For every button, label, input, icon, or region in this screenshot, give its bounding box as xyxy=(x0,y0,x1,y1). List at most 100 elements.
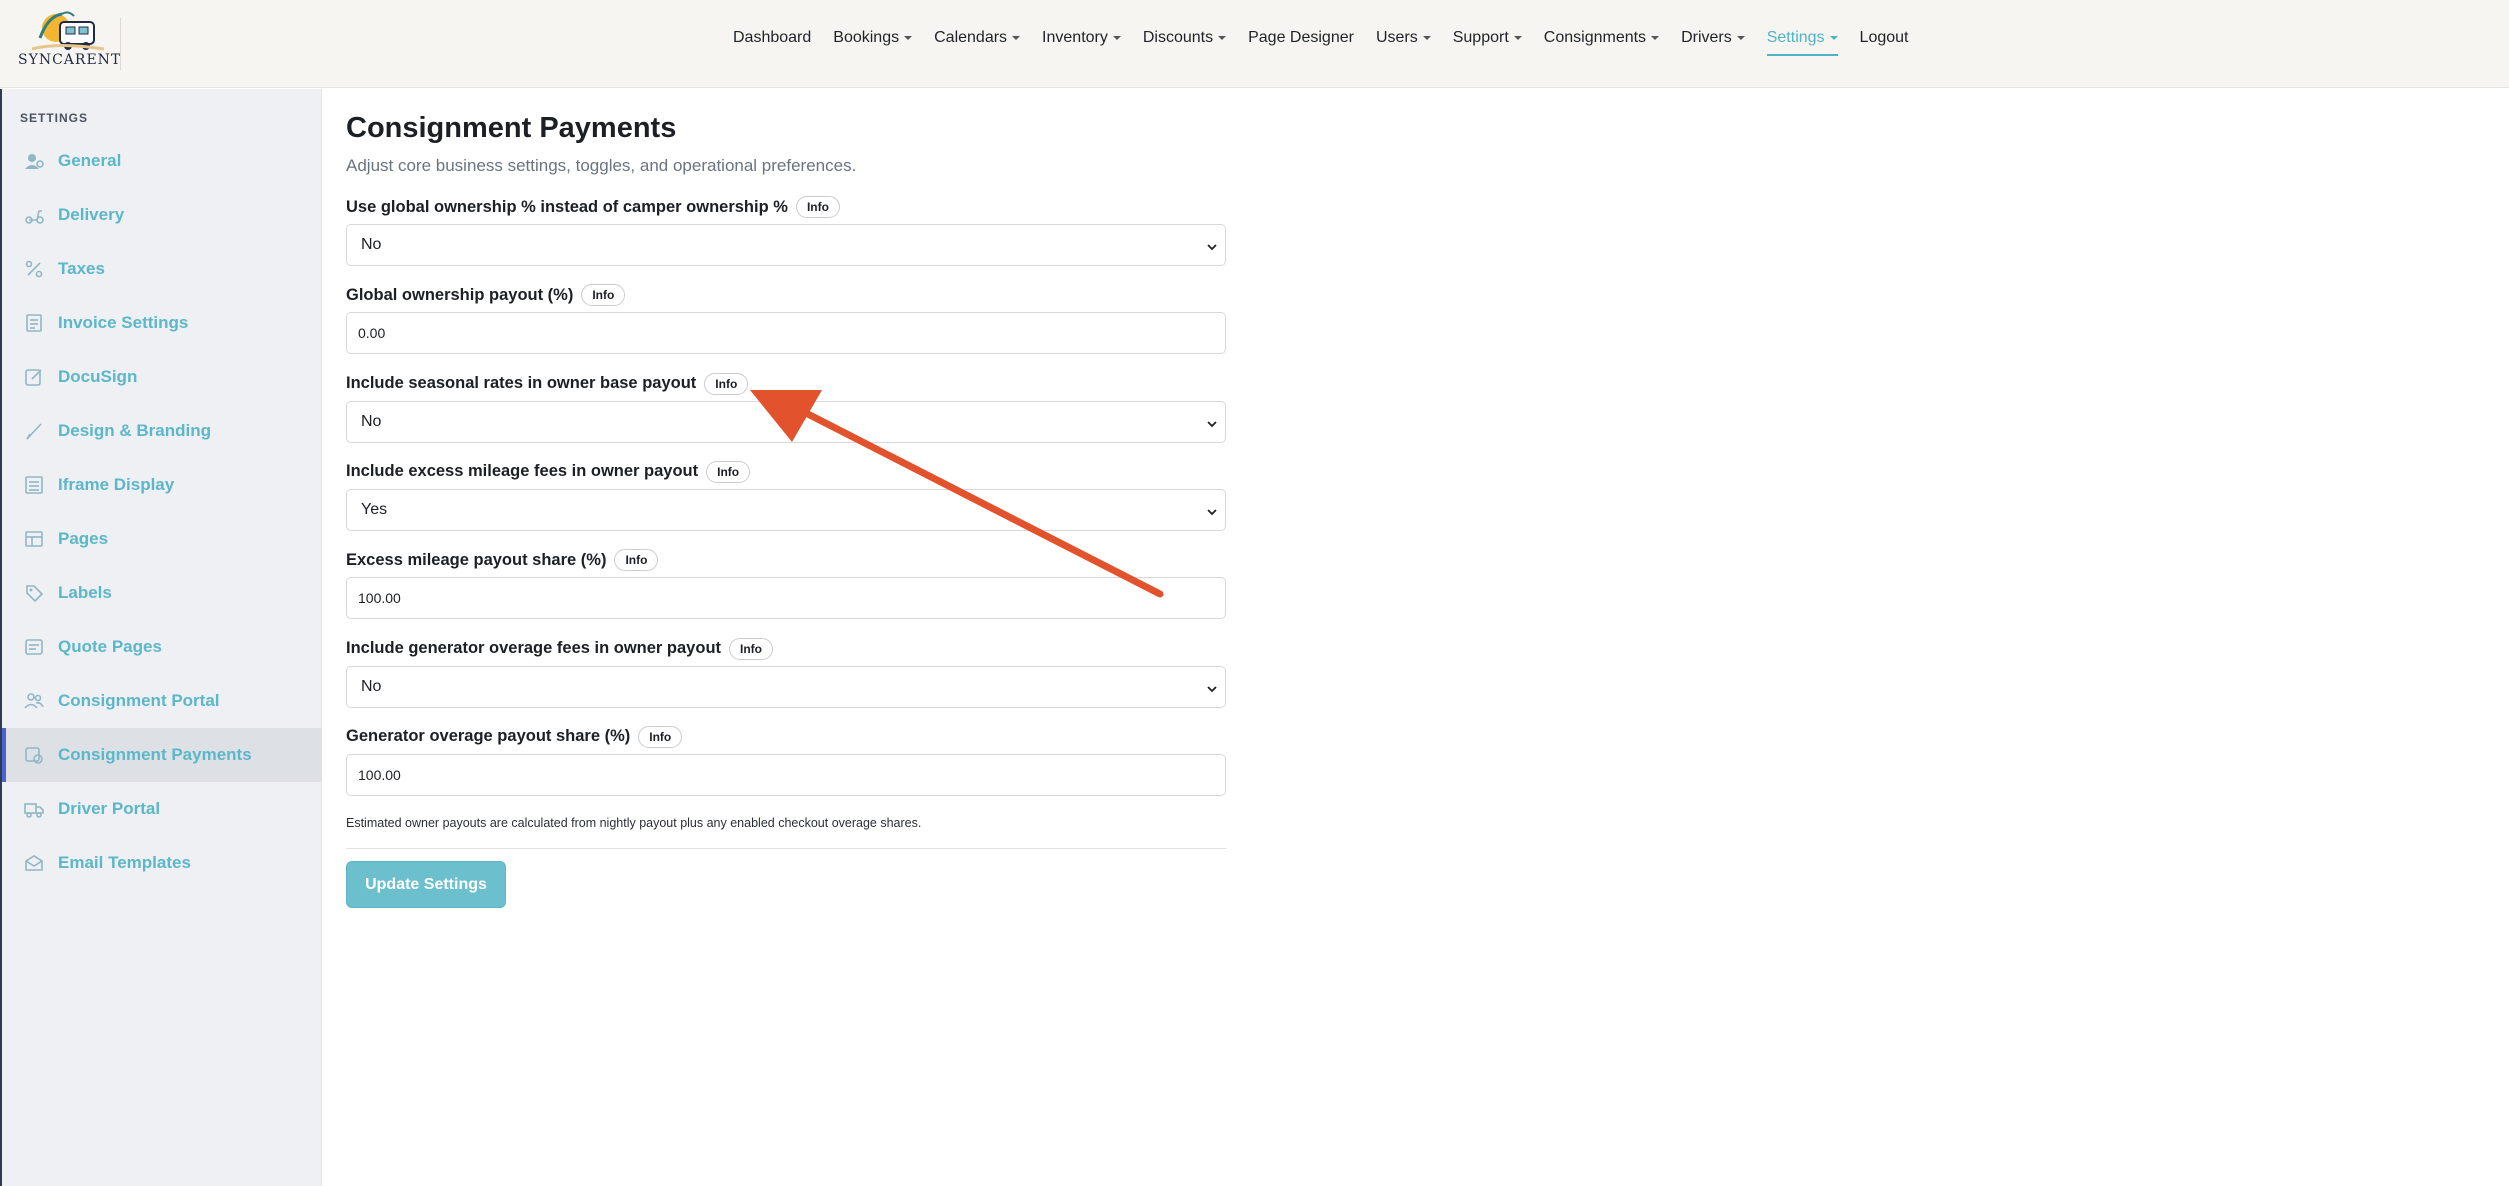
nav-calendars[interactable]: Calendars xyxy=(923,29,1031,47)
field-label-text: Include excess mileage fees in owner pay… xyxy=(346,462,699,481)
nav-logout[interactable]: Logout xyxy=(1849,29,1920,47)
field-label: Include generator overage fees in owner … xyxy=(346,637,774,660)
nav-label: Consignments xyxy=(1543,29,1647,46)
sidebar-item-email-templates[interactable]: Email Templates xyxy=(2,836,322,890)
camper-logo-icon xyxy=(31,11,105,51)
page-subtitle: Adjust core business settings, toggles, … xyxy=(346,156,857,175)
nav-label: Dashboard xyxy=(733,29,812,46)
sidebar-item-label: Consignment Portal xyxy=(58,691,220,710)
select-dropdown[interactable]: No xyxy=(346,665,1226,708)
nav-consignments[interactable]: Consignments xyxy=(1533,29,1670,47)
percent-icon xyxy=(24,259,44,279)
info-button[interactable]: Info xyxy=(581,284,626,307)
invoice-icon xyxy=(24,313,44,333)
caret-down-icon xyxy=(1422,36,1431,40)
nav-label: Logout xyxy=(1859,29,1909,46)
sidebar-item-driver-portal[interactable]: Driver Portal xyxy=(2,782,322,836)
nav-inventory[interactable]: Inventory xyxy=(1031,29,1132,47)
nav-drivers[interactable]: Drivers xyxy=(1670,29,1756,47)
field-value: 100.00 xyxy=(358,766,401,783)
number-input[interactable]: 100.00 xyxy=(346,753,1226,796)
field-label: Include excess mileage fees in owner pay… xyxy=(346,460,751,483)
payout-helper-text: Estimated owner payouts are calculated f… xyxy=(346,816,922,830)
field-label: Include seasonal rates in owner base pay… xyxy=(346,372,749,395)
nav-label: Settings xyxy=(1766,29,1825,46)
layout-icon xyxy=(24,529,44,549)
update-settings-button[interactable]: Update Settings xyxy=(346,861,506,908)
field-label-text: Use global ownership % instead of camper… xyxy=(346,197,788,216)
caret-down-icon xyxy=(1513,36,1522,40)
caret-down-icon xyxy=(1651,36,1660,40)
caret-down-icon xyxy=(1012,36,1021,40)
nav-support[interactable]: Support xyxy=(1442,29,1533,47)
chevron-down-icon xyxy=(1207,681,1217,692)
nav-discounts[interactable]: Discounts xyxy=(1132,29,1237,47)
nav-bookings[interactable]: Bookings xyxy=(822,29,923,47)
field-value: No xyxy=(361,677,382,695)
scooter-icon xyxy=(24,205,44,225)
info-button[interactable]: Info xyxy=(614,549,659,572)
pen-square-icon xyxy=(24,367,44,387)
brand-logo[interactable]: SYNCARENT xyxy=(18,8,122,80)
envelope-icon xyxy=(24,853,44,873)
sidebar-item-label: General xyxy=(58,151,122,170)
sidebar-item-delivery[interactable]: Delivery xyxy=(2,188,322,242)
list-window-icon xyxy=(24,475,44,495)
nav-dashboard[interactable]: Dashboard xyxy=(722,29,822,47)
tag-icon xyxy=(24,583,44,603)
sidebar-item-consignment-payments[interactable]: Consignment Payments xyxy=(2,728,322,782)
sidebar-item-label: Quote Pages xyxy=(58,637,162,656)
sidebar-item-pages[interactable]: Pages xyxy=(2,512,322,566)
sidebar-item-label: Consignment Payments xyxy=(58,745,252,764)
field-label-text: Generator overage payout share (%) xyxy=(346,727,631,746)
sidebar-item-label: Driver Portal xyxy=(58,799,161,818)
nav-page-designer[interactable]: Page Designer xyxy=(1237,29,1365,47)
nav-label: Discounts xyxy=(1142,29,1214,46)
sidebar-item-label: Iframe Display xyxy=(58,475,175,494)
brand-name: SYNCARENT xyxy=(18,52,122,68)
nav-label: Page Designer xyxy=(1248,29,1354,46)
sidebar-item-iframe-display[interactable]: Iframe Display xyxy=(2,458,322,512)
nav-label: Support xyxy=(1452,29,1509,46)
nav-label: Drivers xyxy=(1681,29,1732,46)
field-label: Use global ownership % instead of camper… xyxy=(346,196,840,218)
field-value: 0.00 xyxy=(358,325,386,342)
navbar-divider xyxy=(120,18,121,70)
field-value: Yes xyxy=(361,500,388,518)
payment-icon xyxy=(24,745,44,765)
nav-settings[interactable]: Settings xyxy=(1756,29,1849,56)
chevron-down-icon xyxy=(1207,416,1217,427)
sidebar-item-design-branding[interactable]: Design & Branding xyxy=(2,404,322,458)
field-label-text: Include seasonal rates in owner base pay… xyxy=(346,374,697,393)
info-button[interactable]: Info xyxy=(795,196,840,218)
sidebar-item-invoice-settings[interactable]: Invoice Settings xyxy=(2,296,322,350)
sidebar-item-general[interactable]: General xyxy=(2,134,322,188)
caret-down-icon xyxy=(904,36,913,40)
nav-label: Calendars xyxy=(934,29,1008,46)
caret-down-icon xyxy=(1736,36,1745,40)
chevron-down-icon xyxy=(1207,239,1217,251)
number-input[interactable]: 0.00 xyxy=(346,312,1226,355)
sidebar-item-taxes[interactable]: Taxes xyxy=(2,242,322,296)
chevron-down-icon xyxy=(1207,504,1217,516)
nav-label: Inventory xyxy=(1042,29,1108,46)
sidebar-item-docusign[interactable]: DocuSign xyxy=(2,350,322,404)
field-label: Excess mileage payout share (%) Info xyxy=(346,549,659,572)
caret-down-icon xyxy=(1829,36,1838,40)
select-dropdown[interactable]: No xyxy=(346,224,1226,266)
sidebar-item-label: Delivery xyxy=(58,205,125,224)
form-divider xyxy=(346,848,1226,849)
sidebar-item-label: DocuSign xyxy=(58,367,138,386)
info-button[interactable]: Info xyxy=(729,637,774,660)
sidebar-item-quote-pages[interactable]: Quote Pages xyxy=(2,620,322,674)
sidebar-item-consignment-portal[interactable]: Consignment Portal xyxy=(2,674,322,728)
sidebar-item-label: Labels xyxy=(58,583,112,602)
field-value: 100.00 xyxy=(358,590,401,607)
info-button[interactable]: Info xyxy=(638,725,683,748)
nav-users[interactable]: Users xyxy=(1365,29,1442,47)
settings-sidebar: SETTINGS General Delivery Taxes Invoice Set… xyxy=(0,89,322,1186)
truck-icon xyxy=(24,799,44,819)
nav-label: Bookings xyxy=(833,29,900,46)
sidebar-item-labels[interactable]: Labels xyxy=(2,566,322,620)
sidebar-item-label: Invoice Settings xyxy=(58,313,189,332)
